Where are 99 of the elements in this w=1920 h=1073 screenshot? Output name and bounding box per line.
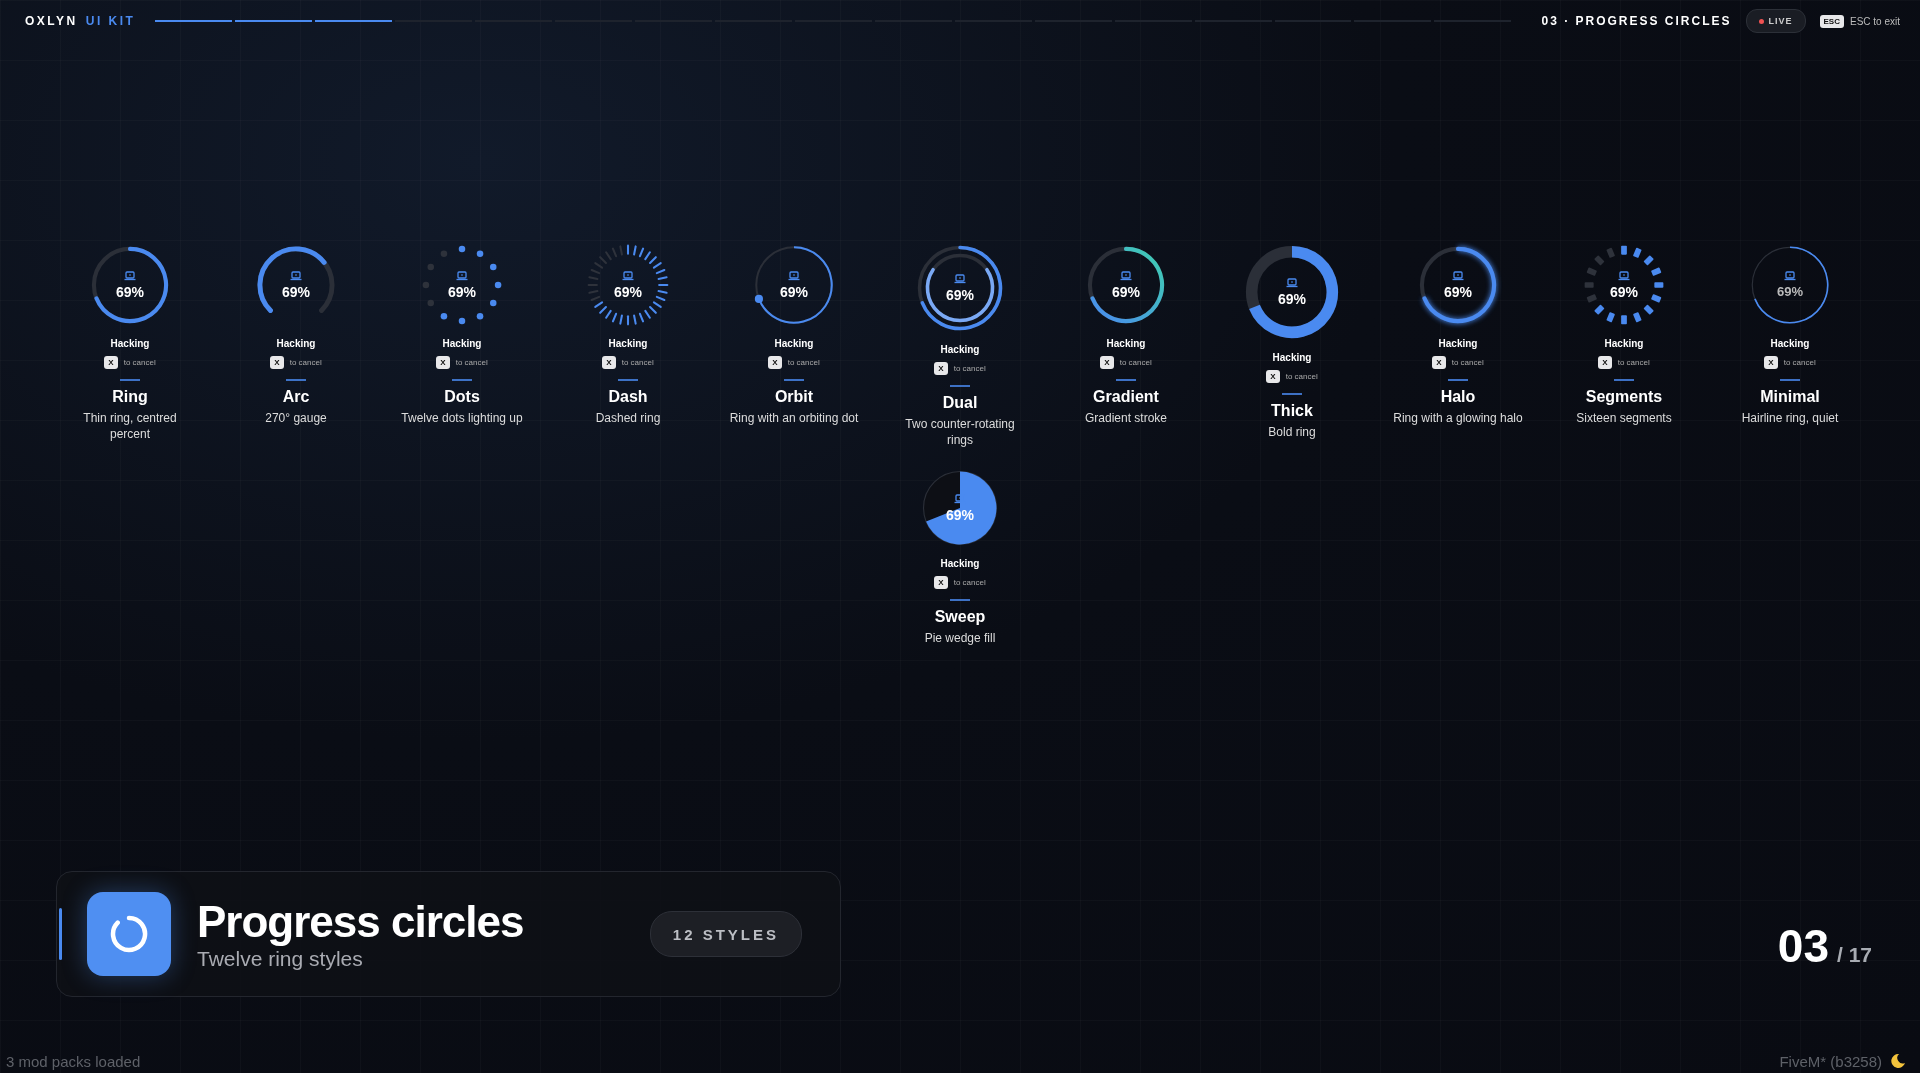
percent-label: 69%: [282, 283, 310, 300]
laptop-icon: [954, 273, 966, 284]
percent-label: 69%: [946, 506, 974, 523]
status-label: Hacking: [276, 338, 316, 349]
status-label: Hacking: [1272, 352, 1312, 363]
cancel-key[interactable]: X: [768, 356, 782, 369]
percent-label: 69%: [116, 283, 144, 300]
brand-suffix: UI KIT: [85, 14, 136, 28]
style-description: Hairline ring, quiet: [1741, 410, 1839, 426]
cancel-key[interactable]: X: [104, 356, 118, 369]
cancel-hint: to cancel: [289, 358, 322, 367]
style-description: Gradient stroke: [1084, 410, 1167, 426]
status-label: Hacking: [442, 338, 482, 349]
style-description: Thin ring, centred percent: [82, 410, 178, 442]
status-label: Hacking: [774, 338, 814, 349]
style-description: Ring with an orbiting dot: [729, 410, 859, 426]
percent-label: 69%: [1610, 283, 1638, 300]
style-name: Thick: [1271, 402, 1313, 420]
style-name: Sweep: [934, 608, 986, 626]
cancel-key[interactable]: X: [436, 356, 450, 369]
percent-label: 69%: [1112, 283, 1140, 300]
brand-name: OXLYN: [25, 14, 78, 28]
style-name: Halo: [1440, 388, 1476, 406]
style-name: Dual: [942, 394, 978, 412]
cancel-key[interactable]: X: [602, 356, 616, 369]
laptop-icon: [1452, 270, 1464, 281]
style-name: Gradient: [1093, 388, 1159, 406]
style-description: 270° gauge: [265, 410, 327, 426]
cancel-key[interactable]: X: [270, 356, 284, 369]
status-label: Hacking: [1770, 338, 1810, 349]
status-label: Hacking: [1106, 338, 1146, 349]
cancel-key[interactable]: X: [1432, 356, 1446, 369]
cancel-hint: to cancel: [123, 358, 156, 367]
laptop-icon: [1618, 270, 1630, 281]
style-description: Dashed ring: [595, 410, 661, 426]
cancel-hint: to cancel: [455, 358, 488, 367]
cancel-hint: to cancel: [787, 358, 820, 367]
percent-label: 69%: [780, 283, 808, 300]
style-description: Twelve dots lighting up: [401, 410, 523, 426]
status-label: Hacking: [940, 344, 980, 355]
cancel-hint: to cancel: [1617, 358, 1650, 367]
cancel-key[interactable]: X: [1598, 356, 1612, 369]
laptop-icon: [788, 270, 800, 281]
style-name: Dots: [444, 388, 480, 406]
info-title: Progress circles: [197, 897, 525, 947]
style-description: Two counter-rotating rings: [904, 416, 1016, 448]
laptop-icon: [622, 270, 634, 281]
cancel-hint: to cancel: [1285, 372, 1318, 381]
live-dot-icon: [1758, 18, 1764, 24]
mod-status: 3 mod packs loaded: [6, 1052, 141, 1070]
cancel-key[interactable]: X: [934, 576, 948, 589]
laptop-icon: [1784, 271, 1796, 281]
section-title: 03 · PROGRESS CIRCLES: [1541, 14, 1732, 28]
build-label: FiveM* (b3258): [1779, 1052, 1882, 1070]
style-description: Sixteen segments: [1576, 410, 1672, 426]
cancel-key[interactable]: X: [1100, 356, 1114, 369]
info-subtitle: Twelve ring styles: [197, 947, 364, 971]
status-label: Hacking: [1438, 338, 1478, 349]
style-description: Ring with a glowing halo: [1393, 410, 1523, 426]
cancel-hint: to cancel: [953, 364, 986, 373]
status-label: Hacking: [110, 338, 150, 349]
style-name: Dash: [608, 388, 648, 406]
laptop-icon: [290, 270, 302, 281]
moon-icon: [1890, 1053, 1906, 1069]
cancel-key[interactable]: X: [1764, 356, 1778, 369]
percent-label: 69%: [614, 283, 642, 300]
status-label: Hacking: [940, 558, 980, 569]
cancel-key[interactable]: X: [1266, 370, 1280, 383]
status-label: Hacking: [1604, 338, 1644, 349]
ring-app-icon: [87, 892, 171, 976]
cancel-hint: to cancel: [953, 578, 986, 587]
laptop-icon: [124, 270, 136, 281]
cancel-hint: to cancel: [1783, 358, 1816, 367]
style-name: Segments: [1585, 388, 1663, 406]
cancel-hint: to cancel: [1451, 358, 1484, 367]
exit-hint: ESC to exit: [1849, 15, 1900, 27]
esc-key[interactable]: ESC: [1819, 14, 1844, 28]
cancel-key[interactable]: X: [934, 362, 948, 375]
laptop-icon: [456, 270, 468, 281]
page-number: 03: [1777, 919, 1829, 973]
cancel-hint: to cancel: [1119, 358, 1152, 367]
style-name: Minimal: [1760, 388, 1820, 406]
style-description: Bold ring: [1268, 424, 1316, 440]
styles-badge: 12 STYLES: [649, 911, 802, 957]
style-name: Orbit: [774, 388, 814, 406]
percent-label: 69%: [448, 283, 476, 300]
live-badge: LIVE: [1745, 9, 1806, 33]
percent-label: 69%: [946, 286, 974, 303]
percent-label: 69%: [1777, 284, 1803, 299]
laptop-icon: [1120, 270, 1132, 281]
page-total: / 17: [1836, 943, 1872, 967]
percent-label: 69%: [1278, 290, 1306, 307]
style-name: Arc: [282, 388, 310, 406]
percent-label: 69%: [1444, 283, 1472, 300]
laptop-icon: [1286, 277, 1298, 288]
cancel-hint: to cancel: [621, 358, 654, 367]
style-description: Pie wedge fill: [924, 630, 996, 646]
status-label: Hacking: [608, 338, 648, 349]
style-name: Ring: [112, 388, 148, 406]
